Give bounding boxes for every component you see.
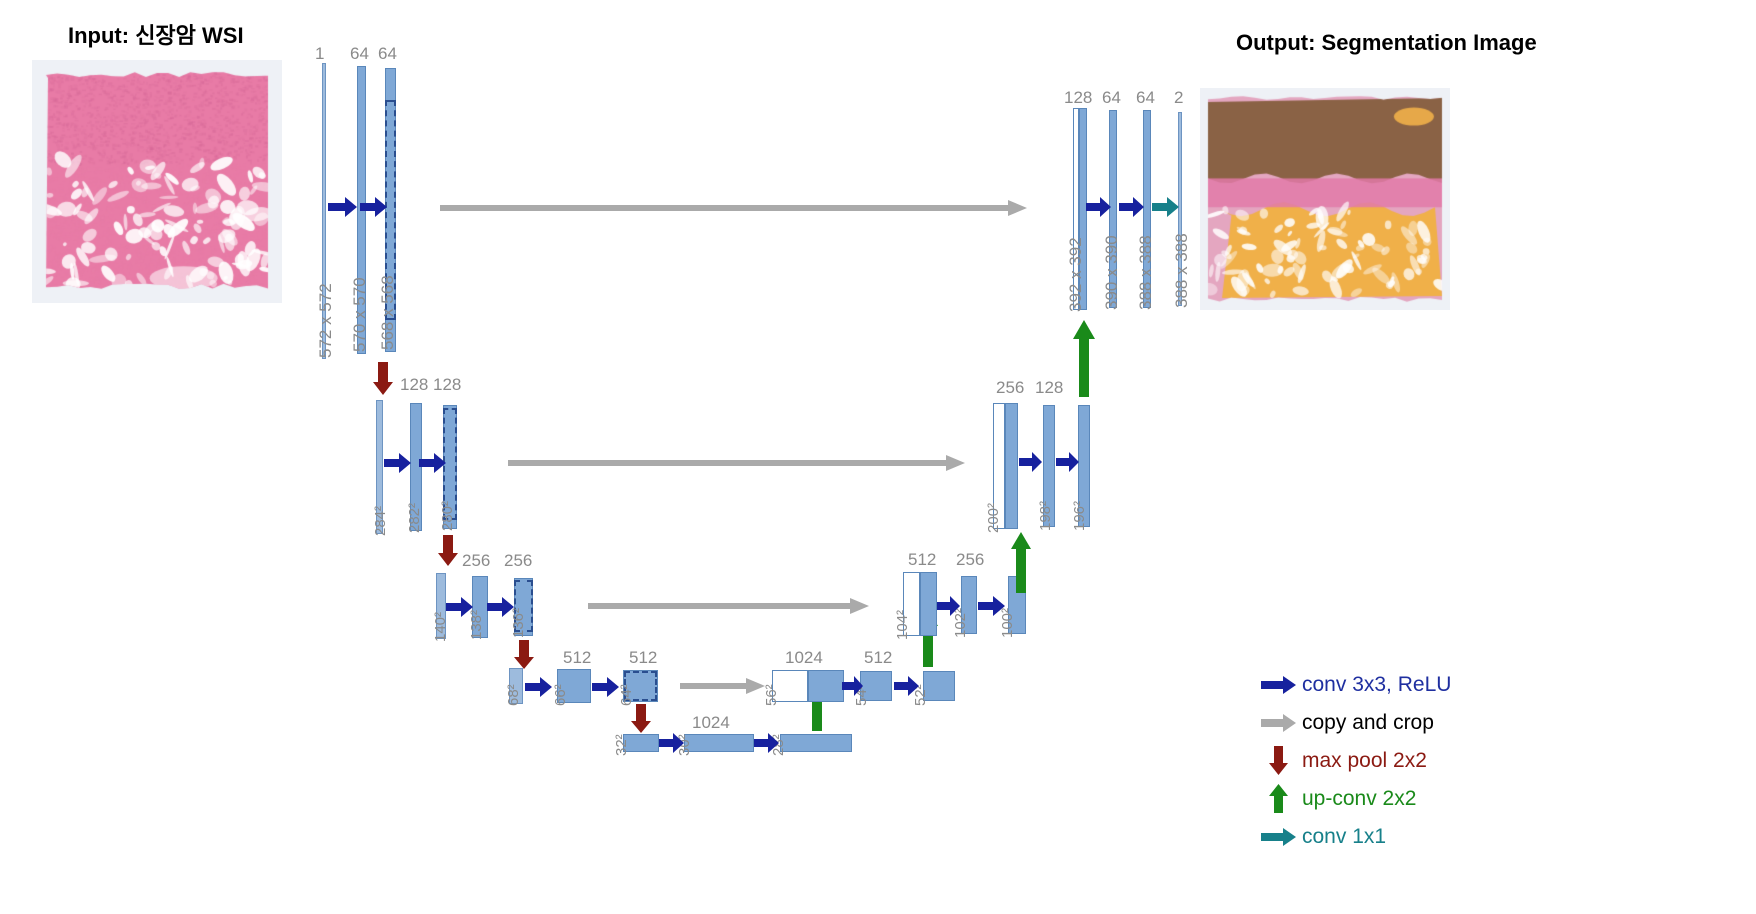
enc3-bar-2-channels: 256	[462, 551, 491, 570]
dec1-bar-1-channels: 128	[1064, 88, 1093, 107]
enc5-bar-3	[780, 734, 852, 752]
conv-arrow-dec5-a	[842, 676, 864, 696]
legend-label-conv1x1: conv 1x1	[1302, 825, 1387, 848]
copy-crop-arrow-4	[680, 678, 766, 694]
legend-label-maxpool: max pool 2x2	[1302, 749, 1427, 772]
legend-label-upconv: up-conv 2x2	[1302, 787, 1417, 810]
dec3-bar-1-upconv	[1005, 403, 1018, 529]
dec3-bar-1-channels: 256	[996, 378, 1025, 397]
right-arrow-gray-icon	[1256, 714, 1302, 732]
enc1-bar-3-size: 568 x 568	[378, 275, 397, 350]
maxpool-arrow-4	[630, 704, 652, 734]
conv-arrow-enc4-b	[592, 676, 620, 698]
legend-row-conv: conv 3x3, ReLU	[1256, 666, 1451, 704]
dec3-bar-1-size: 200²	[985, 502, 1002, 533]
enc1-bar-1-size: 572 x 572	[316, 283, 335, 358]
dec5-bar-2-channels: 512	[864, 648, 893, 667]
input-wsi-image	[32, 60, 282, 303]
input-title: Input: 신장암 WSI	[68, 23, 244, 48]
dec5-bar-1-upconv	[808, 670, 844, 702]
conv-arrow-enc5-a	[659, 733, 685, 753]
conv1x1-arrow	[1152, 197, 1180, 217]
enc4-bar-2-channels: 512	[563, 648, 592, 667]
conv-arrow-enc2-a	[384, 452, 412, 474]
right-arrow-teal-icon	[1256, 828, 1302, 846]
legend-row-copy: copy and crop	[1256, 704, 1451, 742]
enc2-bar-3-size: 280²	[439, 500, 456, 531]
enc2-bar-2-size: 282²	[406, 502, 423, 533]
dec1-bar-1-size: 392 x 392	[1066, 237, 1085, 312]
enc4-bar-3-size: 64²	[618, 684, 635, 706]
conv-arrow-dec3-a	[1019, 452, 1043, 472]
enc5-bar-2	[684, 734, 754, 752]
enc3-bar-3-channels: 256	[504, 551, 533, 570]
conv-arrow-dec1-b	[1119, 196, 1145, 218]
dec4-bar-1-upconv	[920, 572, 937, 636]
dec1-bar-4-channels: 2	[1174, 88, 1184, 107]
dec4-bar-1-size: 104²	[894, 609, 911, 640]
legend-row-conv1x1: conv 1x1	[1256, 818, 1451, 856]
legend-row-upconv: up-conv 2x2	[1256, 780, 1451, 818]
maxpool-arrow-3	[513, 640, 535, 670]
dec4-bar-2-channels: 256	[956, 550, 985, 569]
conv-arrow-dec5-b	[894, 676, 920, 696]
down-arrow-darkred-icon	[1256, 746, 1302, 776]
enc5-bar-1-size: 32²	[613, 734, 630, 756]
dec3-bar-3-size: 196²	[1071, 500, 1088, 531]
copy-crop-arrow-3	[588, 598, 870, 614]
enc1-bar-3-channels: 64	[378, 44, 397, 63]
enc2-bar-1-size: 284²	[372, 505, 389, 536]
dec1-bar-4-size: 388 x 388	[1172, 233, 1191, 308]
enc2-bar-2-channels: 128	[400, 375, 429, 394]
dec1-bar-3-size: 388 x 388	[1136, 235, 1155, 310]
dec3-bar-2-channels: 128	[1035, 378, 1064, 397]
dec1-bar-2-channels: 64	[1102, 88, 1121, 107]
conv-arrow-enc2-b	[419, 452, 447, 474]
output-title: Output: Segmentation Image	[1236, 30, 1537, 55]
enc4-bar-1-size: 68²	[505, 684, 522, 706]
enc1-bar-2-size: 570 x 570	[350, 277, 369, 352]
enc5-bar-2-channels: 1024	[692, 713, 730, 732]
dec1-bar-3-channels: 64	[1136, 88, 1155, 107]
conv-arrow-dec3-b	[1056, 452, 1080, 472]
enc2-bar-3-channels: 128	[433, 375, 462, 394]
right-arrow-navy-icon	[1256, 676, 1302, 694]
conv-arrow-enc3-a	[446, 596, 474, 618]
conv-arrow-enc3-b	[487, 596, 515, 618]
upconv-arrow-3	[1010, 532, 1032, 594]
conv-arrow-dec1-a	[1086, 196, 1112, 218]
copy-crop-arrow-1	[440, 200, 1028, 216]
dec1-bar-2-size: 390 x 390	[1102, 235, 1121, 310]
maxpool-arrow-2	[437, 535, 459, 567]
dec4-bar-1-channels: 512	[908, 550, 937, 569]
enc1-bar-2-channels: 64	[350, 44, 369, 63]
legend-row-maxpool: max pool 2x2	[1256, 742, 1451, 780]
enc4-bar-2-size: 66²	[552, 684, 569, 706]
legend-label-copy: copy and crop	[1302, 711, 1434, 734]
conv-arrow-dec4-a	[937, 596, 961, 616]
conv-arrow-enc1-a	[328, 196, 358, 218]
copy-crop-arrow-2	[508, 455, 966, 471]
legend: conv 3x3, ReLU copy and crop max pool 2x…	[1256, 666, 1451, 856]
output-segmentation-image	[1200, 88, 1450, 310]
enc1-bar-1-channels: 1	[315, 44, 325, 63]
conv-arrow-enc5-b	[754, 733, 780, 753]
conv-arrow-enc1-b	[360, 196, 388, 218]
conv-arrow-enc4-a	[525, 676, 553, 698]
dec5-bar-1-channels: 1024	[785, 648, 823, 667]
up-arrow-green-icon	[1256, 784, 1302, 814]
legend-label-conv: conv 3x3, ReLU	[1302, 673, 1452, 696]
dec3-bar-2-size: 198²	[1037, 500, 1054, 531]
maxpool-arrow-1	[372, 362, 394, 396]
enc4-bar-3-channels: 512	[629, 648, 658, 667]
upconv-arrow-1	[1072, 320, 1096, 398]
conv-arrow-dec4-b	[978, 596, 1006, 616]
